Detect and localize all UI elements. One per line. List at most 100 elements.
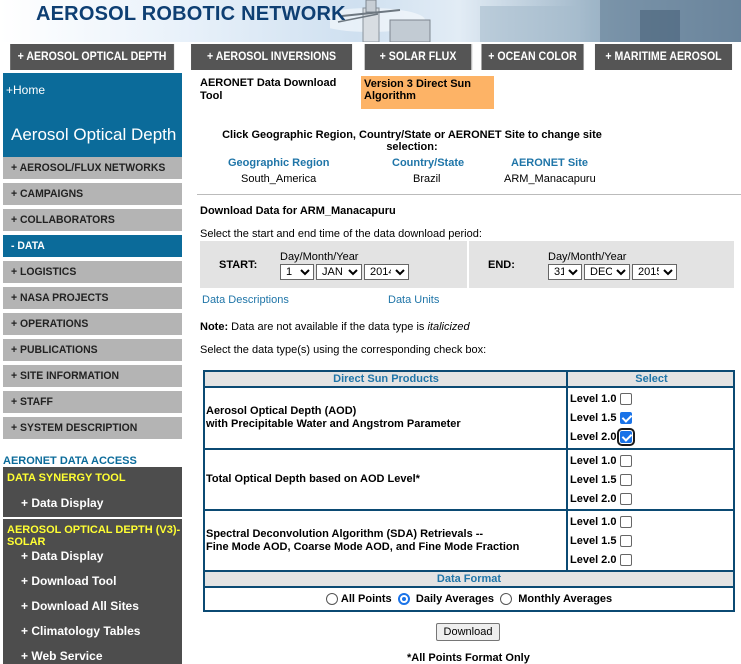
- sda-level-2-0-checkbox[interactable]: [620, 553, 633, 566]
- data-units-link[interactable]: Data Units: [388, 294, 439, 306]
- level-option: Level 1.5: [570, 408, 733, 427]
- product-line: Total Optical Depth based on AOD Level*: [206, 473, 420, 485]
- topnav-maritime-aerosol[interactable]: + MARITIME AEROSOL: [594, 44, 733, 70]
- data-descriptions-link[interactable]: Data Descriptions: [202, 294, 289, 306]
- topnav-ocean-color[interactable]: + OCEAN COLOR: [481, 44, 585, 70]
- product-line: Aerosol Optical Depth (AOD): [206, 405, 357, 417]
- sidebar-item-collaborators[interactable]: + COLLABORATORS: [3, 209, 182, 233]
- geographic-region-link[interactable]: Geographic Region: [228, 157, 329, 169]
- level-option: Level 1.0: [570, 512, 733, 531]
- level-label: Level 2.0: [570, 430, 617, 443]
- level-label: Level 1.5: [570, 473, 617, 486]
- tod-level-2-0-checkbox[interactable]: [620, 492, 633, 505]
- level-option: Level 2.0: [570, 550, 733, 569]
- synergy-block: DATA SYNERGY TOOL + Data Display: [3, 467, 182, 517]
- aod-download-all-sites-link[interactable]: + Download All Sites: [21, 599, 139, 613]
- end-day-select[interactable]: 31: [548, 264, 582, 280]
- monthly-averages-radio[interactable]: [500, 593, 513, 605]
- tod-level-1-5-checkbox[interactable]: [620, 473, 633, 486]
- topnav-solar-flux[interactable]: + SOLAR FLUX: [364, 44, 473, 70]
- left-sidebar: +Home Aerosol Optical Depth + AEROSOL/FL…: [3, 73, 182, 664]
- sidebar-item-label: + PUBLICATIONS: [11, 344, 98, 356]
- start-dmy-label: Day/Month/Year: [280, 251, 359, 263]
- divider: [197, 194, 741, 195]
- note-text: Note: Data are not available if the data…: [200, 321, 470, 333]
- product-line: Fine Mode AOD, Coarse Mode AOD, and Fine…: [206, 540, 520, 553]
- data-format-options: All Points Daily Averages Monthly Averag…: [205, 588, 733, 610]
- aod-level-2-0-checkbox[interactable]: [617, 427, 636, 446]
- table-row: Total Optical Depth based on AOD Level* …: [205, 450, 733, 511]
- sidebar-item-publications[interactable]: + PUBLICATIONS: [3, 339, 182, 363]
- tool-title: AERONET Data Download Tool: [200, 77, 337, 102]
- sidebar-item-aerosol-flux-networks[interactable]: + AEROSOL/FLUX NETWORKS: [3, 157, 182, 181]
- topnav-aerosol-optical-depth[interactable]: + AEROSOL OPTICAL DEPTH: [10, 44, 175, 70]
- sidebar-item-staff[interactable]: + STAFF: [3, 391, 182, 415]
- end-month-select[interactable]: DEC: [584, 264, 630, 280]
- format-label: Daily Averages: [415, 593, 494, 605]
- topnav-label: + MARITIME AEROSOL: [605, 51, 722, 63]
- section-title: Aerosol Optical Depth: [11, 125, 177, 144]
- sidebar-item-nasa-projects[interactable]: + NASA PROJECTS: [3, 287, 182, 311]
- level-label: Level 1.0: [570, 515, 617, 528]
- table-row: Spectral Deconvolution Algorithm (SDA) R…: [205, 511, 733, 572]
- level-option: Level 1.5: [570, 470, 733, 489]
- version-badge: Version 3 Direct Sun Algorithm: [361, 76, 494, 109]
- home-link[interactable]: +Home: [6, 83, 45, 97]
- aod-web-service-link[interactable]: + Web Service: [21, 649, 103, 663]
- product-line: with Precipitable Water and Angstrom Par…: [206, 418, 461, 430]
- daily-averages-radio[interactable]: [397, 593, 410, 605]
- level-label: Level 1.0: [570, 454, 617, 467]
- sidebar-item-site-information[interactable]: + SITE INFORMATION: [3, 365, 182, 389]
- aod-climatology-tables-link[interactable]: + Climatology Tables: [21, 624, 140, 638]
- products-table: Direct Sun Products Select Aerosol Optic…: [203, 370, 735, 612]
- select-column-header: Select: [635, 373, 668, 385]
- topnav-label: + AEROSOL INVERSIONS: [207, 51, 337, 63]
- sidebar-item-system-description[interactable]: + SYSTEM DESCRIPTION: [3, 417, 182, 441]
- sidebar-item-label: + AEROSOL/FLUX NETWORKS: [11, 162, 166, 174]
- end-date-box: END: Day/Month/Year 31 DEC 2015: [469, 241, 734, 288]
- sidebar-item-label: + SITE INFORMATION: [11, 370, 120, 382]
- sidebar-item-operations[interactable]: + OPERATIONS: [3, 313, 182, 337]
- aod-data-display-link[interactable]: + Data Display: [21, 549, 103, 563]
- aod-download-tool-link[interactable]: + Download Tool: [21, 574, 116, 588]
- format-label: All Points: [340, 593, 392, 605]
- sidebar-item-label: + LOGISTICS: [11, 266, 77, 278]
- level-label: Level 1.5: [570, 534, 617, 547]
- topnav-label: + AEROSOL OPTICAL DEPTH: [17, 51, 167, 63]
- start-date-box: START: Day/Month/Year 1 JAN 2014: [200, 241, 467, 288]
- synergy-heading[interactable]: DATA SYNERGY TOOL: [7, 472, 126, 484]
- download-for-heading: Download Data for ARM_Manacapuru: [200, 205, 396, 217]
- start-day-select[interactable]: 1: [280, 264, 314, 280]
- sidebar-item-logistics[interactable]: + LOGISTICS: [3, 261, 182, 285]
- synergy-data-display-link[interactable]: + Data Display: [21, 496, 103, 510]
- aod-level-1-5-checkbox[interactable]: [620, 411, 633, 424]
- country-state-link[interactable]: Country/State: [392, 157, 464, 169]
- instrument-photo-icon: [330, 0, 741, 42]
- aeronet-site-link[interactable]: AERONET Site: [511, 157, 588, 169]
- region-instruction: Click Geographic Region, Country/State o…: [222, 129, 602, 153]
- footnote: *All Points Format Only: [407, 652, 530, 664]
- level-option: Level 2.0: [570, 427, 733, 446]
- site-title: AEROSOL ROBOTIC NETWORK: [36, 3, 346, 25]
- aod-level-1-0-checkbox[interactable]: [620, 392, 633, 405]
- note-label: Note:: [200, 321, 229, 333]
- topnav-aerosol-inversions[interactable]: + AEROSOL INVERSIONS: [191, 44, 353, 70]
- end-year-select[interactable]: 2015: [632, 264, 677, 280]
- sda-level-1-0-checkbox[interactable]: [620, 515, 633, 528]
- level-option: Level 1.0: [570, 389, 733, 408]
- topnav-label: + OCEAN COLOR: [488, 51, 577, 63]
- data-format-header: Data Format: [205, 572, 733, 588]
- country-state-value: Brazil: [413, 173, 441, 185]
- sidebar-item-campaigns[interactable]: + CAMPAIGNS: [3, 183, 182, 207]
- start-year-select[interactable]: 2014: [364, 264, 409, 280]
- aod-block: AEROSOL OPTICAL DEPTH (V3)-SOLAR + Data …: [3, 519, 182, 664]
- aod-heading[interactable]: AEROSOL OPTICAL DEPTH (V3)-SOLAR: [7, 524, 183, 548]
- start-month-select[interactable]: JAN: [316, 264, 362, 280]
- sidebar-item-data[interactable]: - DATA: [3, 235, 182, 259]
- all-points-radio[interactable]: [325, 593, 338, 605]
- level-option: Level 1.5: [570, 531, 733, 550]
- aeronet-site-value: ARM_Manacapuru: [504, 173, 596, 185]
- sda-level-1-5-checkbox[interactable]: [620, 534, 633, 547]
- download-button[interactable]: Download: [436, 623, 500, 641]
- tod-level-1-0-checkbox[interactable]: [620, 454, 633, 467]
